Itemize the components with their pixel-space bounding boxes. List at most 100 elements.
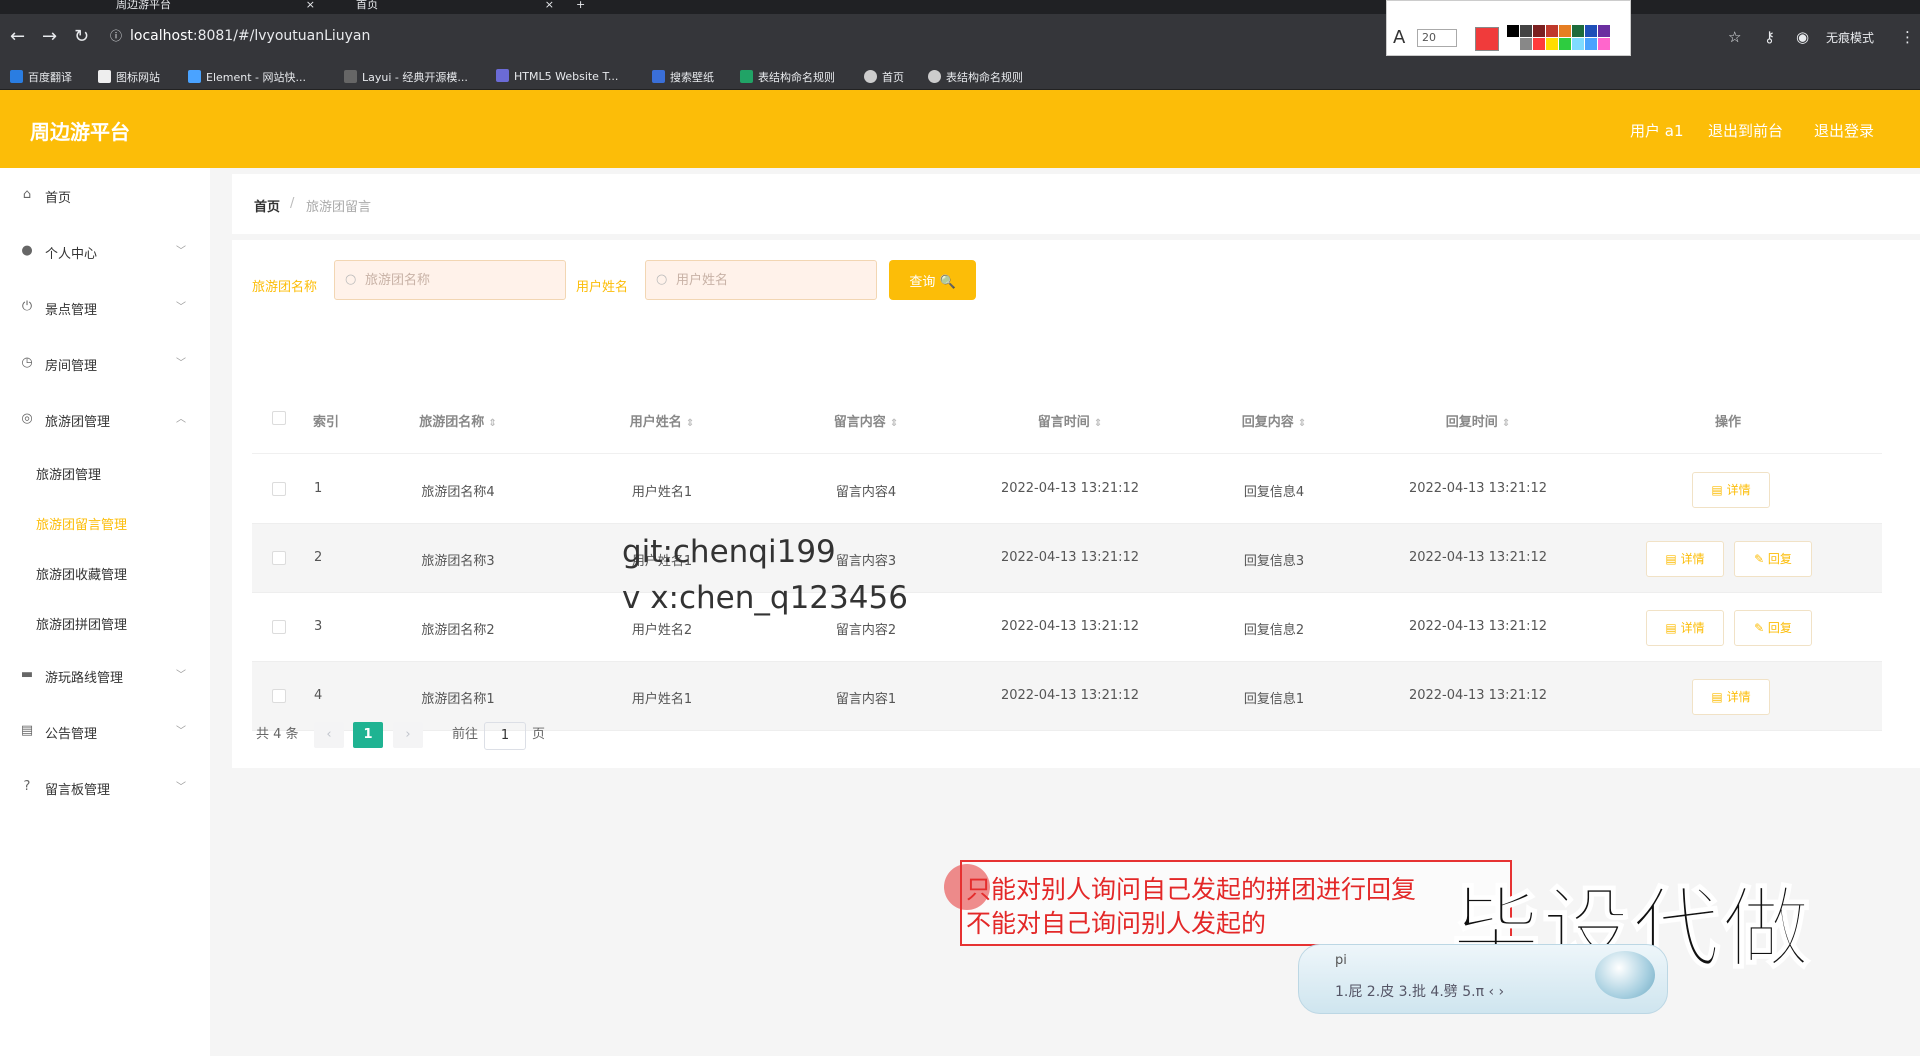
user-name-field[interactable]: ○ xyxy=(645,260,877,300)
color-swatch[interactable] xyxy=(1572,25,1584,37)
sidebar-subitem-group-manage[interactable]: 旅游团管理 xyxy=(36,464,101,483)
sidebar: ⌂ 首页 ● 个人中心 ﹀ ⏻ 景点管理 ﹀ ◷ 房间管理 ﹀ ◎ 旅游团管理 … xyxy=(0,168,210,1056)
color-swatch[interactable] xyxy=(1520,25,1532,37)
detail-button[interactable]: ▤ 详情 xyxy=(1646,610,1724,646)
column-header-reply[interactable]: 回复内容 ⇕ xyxy=(1242,411,1306,430)
star-icon[interactable]: ☆ xyxy=(1728,28,1741,46)
color-swatch[interactable] xyxy=(1559,38,1571,50)
breadcrumb-separator: / xyxy=(290,196,295,211)
sidebar-subitem-group-joins[interactable]: 旅游团拼团管理 xyxy=(36,614,127,633)
back-icon[interactable]: ← xyxy=(10,28,25,46)
color-swatch[interactable] xyxy=(1585,25,1597,37)
bookmark-item[interactable]: Layui - 经典开源模... xyxy=(344,69,468,85)
color-swatch[interactable] xyxy=(1572,38,1584,50)
color-swatch[interactable] xyxy=(1520,38,1532,50)
new-tab-button[interactable]: + xyxy=(576,0,585,14)
color-swatch[interactable] xyxy=(1585,38,1597,50)
sidebar-item-rooms[interactable]: ◷ 房间管理 ﹀ xyxy=(0,344,210,384)
breadcrumb-home[interactable]: 首页 xyxy=(254,196,280,215)
bookmark-item[interactable]: 首页 xyxy=(864,69,904,85)
note-line-2: 不能对自己询问别人发起的 xyxy=(966,909,1267,938)
sidebar-item-message-board[interactable]: ? 留言板管理 ﹀ xyxy=(0,768,210,808)
breadcrumb: 首页 / 旅游团留言 xyxy=(232,174,1920,234)
reply-button[interactable]: ✎ 回复 xyxy=(1734,610,1812,646)
user-menu[interactable]: 用户 a1 xyxy=(1630,120,1684,141)
ime-candidates[interactable]: 1.屁 2.皮 3.批 4.劈 5.π ‹ › xyxy=(1335,981,1504,1001)
color-swatch[interactable] xyxy=(1507,25,1519,37)
forward-icon[interactable]: → xyxy=(42,28,57,46)
detail-button[interactable]: ▤ 详情 xyxy=(1692,472,1770,508)
column-header-reply-time[interactable]: 回复时间 ⇕ xyxy=(1446,411,1510,430)
back-to-front-link[interactable]: 退出到前台 xyxy=(1708,120,1783,141)
brand-title: 周边游平台 xyxy=(30,120,130,144)
bookmark-item[interactable]: 搜索壁纸 xyxy=(652,69,714,85)
query-button[interactable]: 查询 🔍 xyxy=(889,260,976,300)
sidebar-item-home[interactable]: ⌂ 首页 xyxy=(0,176,210,216)
color-swatch[interactable] xyxy=(1546,25,1558,37)
tab-close-icon[interactable]: × xyxy=(306,0,315,10)
sidebar-subitem-group-messages[interactable]: 旅游团留言管理 xyxy=(36,514,127,533)
select-all-checkbox[interactable] xyxy=(272,411,286,425)
chevron-down-icon: ﹀ xyxy=(176,246,186,257)
cell-index: 3 xyxy=(314,619,323,634)
bookmark-item[interactable]: Element - 网站快... xyxy=(188,69,306,85)
bookmark-item[interactable]: 百度翻译 xyxy=(10,69,72,85)
column-header-message[interactable]: 留言内容 ⇕ xyxy=(834,411,898,430)
font-size-select[interactable]: 20 xyxy=(1417,29,1457,47)
column-header-msg-time[interactable]: 留言时间 ⇕ xyxy=(1038,411,1102,430)
sidebar-item-scenic[interactable]: ⏻ 景点管理 ﹀ xyxy=(0,288,210,328)
sidebar-item-notices[interactable]: ▤ 公告管理 ﹀ xyxy=(0,712,210,752)
group-name-input[interactable] xyxy=(363,270,553,290)
menu-icon[interactable]: ⋮ xyxy=(1900,28,1915,46)
browser-tab[interactable]: 首页 × xyxy=(332,0,554,14)
logout-link[interactable]: 退出登录 xyxy=(1814,120,1874,141)
bookmark-item[interactable]: HTML5 Website T... xyxy=(496,69,618,83)
color-swatch[interactable] xyxy=(1507,38,1519,50)
bookmark-item[interactable]: 图标网站 xyxy=(98,69,160,85)
browser-tab-active[interactable]: 周边游平台 × xyxy=(20,0,315,14)
column-header-user[interactable]: 用户姓名 ⇕ xyxy=(630,411,694,430)
row-checkbox[interactable] xyxy=(272,620,286,634)
detail-button[interactable]: ▤ 详情 xyxy=(1692,679,1770,715)
column-header-actions: 操作 xyxy=(1714,415,1742,430)
bookmark-item[interactable]: 表结构命名规则 xyxy=(740,69,835,85)
reply-button[interactable]: ✎ 回复 xyxy=(1734,541,1812,577)
tab-title: 周边游平台 xyxy=(116,0,171,11)
group-name-field[interactable]: ○ xyxy=(334,260,566,300)
user-name-input[interactable] xyxy=(674,270,864,290)
text-tool-icon[interactable]: A xyxy=(1393,27,1405,48)
cell-group: 旅游团名称2 xyxy=(421,623,495,638)
sidebar-subitem-group-favorites[interactable]: 旅游团收藏管理 xyxy=(36,564,127,583)
next-page-button[interactable]: › xyxy=(393,722,423,748)
key-icon[interactable]: ⚷ xyxy=(1764,28,1775,46)
bookmark-item[interactable]: 表结构命名规则 xyxy=(928,69,1023,85)
tab-close-icon[interactable]: × xyxy=(545,0,554,10)
page-number-current[interactable]: 1 xyxy=(353,722,383,748)
column-header-group[interactable]: 旅游团名称 ⇕ xyxy=(419,411,496,430)
color-palette[interactable] xyxy=(1507,25,1610,50)
goto-page-input[interactable]: 1 xyxy=(484,722,526,750)
color-swatch[interactable] xyxy=(1533,38,1545,50)
sidebar-item-tour-groups[interactable]: ◎ 旅游团管理 ︿ xyxy=(0,400,210,440)
row-checkbox[interactable] xyxy=(272,551,286,565)
sidebar-item-profile[interactable]: ● 个人中心 ﹀ xyxy=(0,232,210,272)
cell-reply: 回复信息2 xyxy=(1243,623,1305,638)
color-swatch[interactable] xyxy=(1533,25,1545,37)
cell-reply: 回复信息1 xyxy=(1243,692,1305,707)
clipboard-icon: ▤ xyxy=(20,723,34,738)
reload-icon[interactable]: ↻ xyxy=(74,28,89,46)
color-swatch[interactable] xyxy=(1598,38,1610,50)
current-color-swatch[interactable] xyxy=(1475,27,1499,51)
color-swatch[interactable] xyxy=(1598,25,1610,37)
group-name-label: 旅游团名称 xyxy=(252,280,318,295)
watermark-git: git:chenqi199 xyxy=(622,534,836,570)
detail-button[interactable]: ▤ 详情 xyxy=(1646,541,1724,577)
color-swatch[interactable] xyxy=(1546,38,1558,50)
address-bar[interactable]: ⓘ localhost:8081/#/lvyoutuanLiuyan xyxy=(110,27,370,44)
row-checkbox[interactable] xyxy=(272,482,286,496)
row-checkbox[interactable] xyxy=(272,689,286,703)
sidebar-item-routes[interactable]: ▬ 游玩路线管理 ﹀ xyxy=(0,656,210,696)
color-swatch[interactable] xyxy=(1559,25,1571,37)
column-header-index: 索引 xyxy=(312,415,340,430)
prev-page-button[interactable]: ‹ xyxy=(314,722,344,748)
